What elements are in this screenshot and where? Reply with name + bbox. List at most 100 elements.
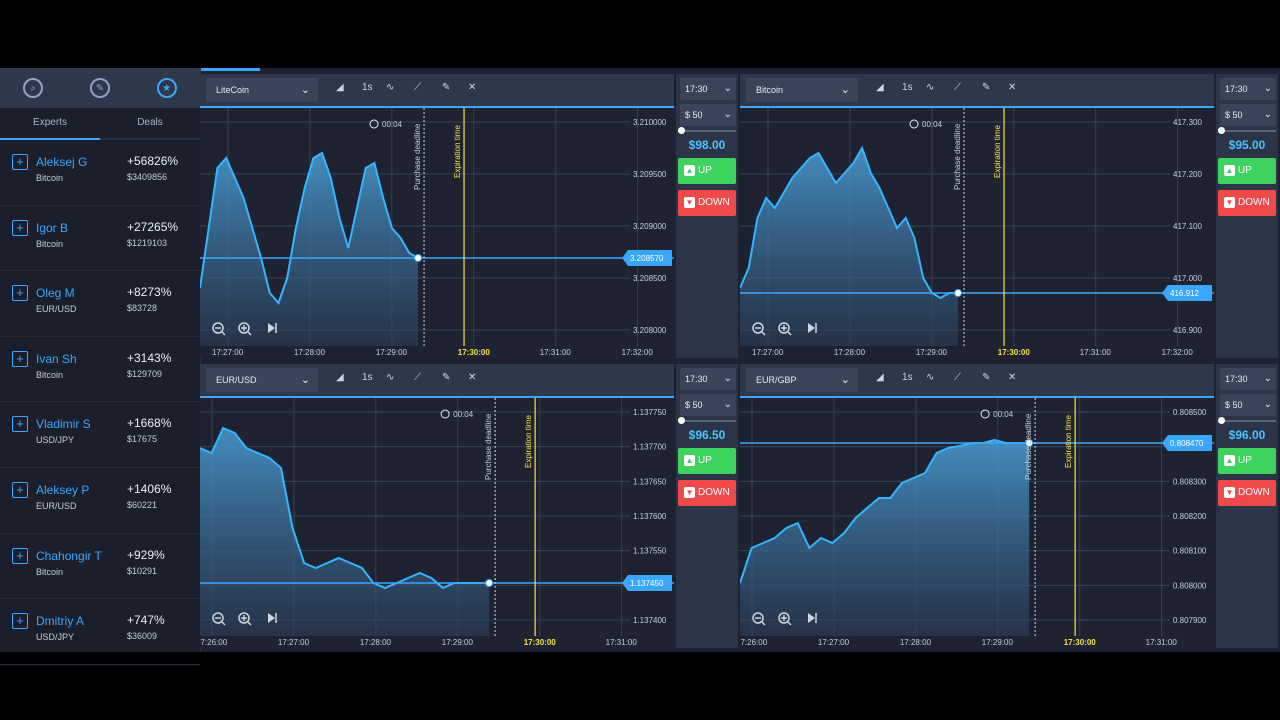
- expert-amount: $60221: [127, 499, 158, 510]
- pencil-icon[interactable]: ✎: [982, 372, 990, 383]
- down-label: DOWN: [1238, 487, 1270, 498]
- add-expert-icon[interactable]: +: [12, 350, 28, 367]
- ruler-icon[interactable]: ⟋: [414, 82, 421, 93]
- close-icon[interactable]: ✕: [468, 82, 476, 93]
- expiry-select[interactable]: 17:30 ⌄: [680, 368, 736, 390]
- expert-asset: Bitcoin: [36, 173, 64, 183]
- amount-slider[interactable]: [1218, 127, 1276, 134]
- interval-button[interactable]: 1s: [362, 372, 373, 383]
- down-button[interactable]: ▼ DOWN: [678, 190, 736, 216]
- asset-select[interactable]: EUR/GBP ⌄: [746, 368, 858, 392]
- expert-name: Igor B: [36, 220, 69, 235]
- price-chart[interactable]: Purchase deadline Expiration time 00:04 417…: [740, 106, 1214, 358]
- close-icon[interactable]: ✕: [1008, 372, 1016, 383]
- asset-label: EUR/GBP: [756, 375, 797, 385]
- slider-handle[interactable]: [1218, 417, 1225, 424]
- down-button[interactable]: ▼ DOWN: [1218, 480, 1276, 506]
- x-tick-label: 17:31:00: [540, 348, 572, 357]
- add-expert-icon[interactable]: +: [12, 219, 28, 236]
- chart-type-icon[interactable]: ◢: [336, 82, 344, 93]
- expert-row[interactable]: + Aleksey P EUR/USD +1406% $60221: [0, 468, 200, 534]
- expiry-value: 17:30: [685, 84, 708, 94]
- slider-handle[interactable]: [678, 417, 685, 424]
- expert-row[interactable]: + Chahongir T Bitcoin +929% $10291: [0, 534, 200, 600]
- expiry-select[interactable]: 17:30 ⌄: [1220, 78, 1276, 100]
- add-expert-icon[interactable]: +: [12, 481, 28, 498]
- indicator-icon[interactable]: ∿: [926, 372, 934, 383]
- chart-type-icon[interactable]: ◢: [336, 372, 344, 383]
- up-button[interactable]: ▲ UP: [1218, 448, 1276, 474]
- x-tick-label: 17:26:00: [200, 638, 228, 647]
- x-tick-label: 17:27:00: [752, 348, 784, 357]
- expiry-select[interactable]: 17:30 ⌄: [680, 78, 736, 100]
- expert-row[interactable]: + Aleksej G Bitcoin +56826% $3409856: [0, 140, 200, 206]
- pencil-icon[interactable]: ✎: [442, 82, 450, 93]
- chart-type-icon[interactable]: ◢: [876, 372, 884, 383]
- indicator-icon[interactable]: ∿: [926, 82, 934, 93]
- add-expert-icon[interactable]: +: [12, 285, 28, 302]
- x-tick-label: 17:28:00: [900, 638, 932, 647]
- asset-select[interactable]: EUR/USD ⌄: [206, 368, 318, 392]
- slider-handle[interactable]: [1218, 127, 1225, 134]
- sidebar: ⌕ ✎ ★ Experts Deals + Aleksej G Bitcoin …: [0, 68, 201, 665]
- interval-button[interactable]: 1s: [362, 82, 373, 93]
- search-icon[interactable]: ⌕: [23, 78, 44, 98]
- asset-select[interactable]: Bitcoin ⌄: [746, 78, 858, 102]
- ruler-icon[interactable]: ⟋: [954, 82, 961, 93]
- ruler-icon[interactable]: ⟋: [414, 372, 421, 383]
- x-tick-label: 17:28:00: [834, 348, 866, 357]
- add-expert-icon[interactable]: +: [12, 416, 28, 433]
- expiry-value: 17:30: [1225, 84, 1248, 94]
- price-chart[interactable]: Purchase deadline Expiration time 00:04 3.2…: [200, 106, 674, 358]
- up-button[interactable]: ▲ UP: [678, 158, 736, 184]
- down-label: DOWN: [1238, 197, 1270, 208]
- slider-handle[interactable]: [678, 127, 685, 134]
- indicator-icon[interactable]: ∿: [386, 372, 394, 383]
- amount-select[interactable]: $ 50 ⌄: [680, 394, 736, 416]
- y-tick-label: 1.137750: [633, 408, 667, 417]
- price-chart[interactable]: Purchase deadline Expiration time 00:04 1.1…: [200, 396, 674, 648]
- add-expert-icon[interactable]: +: [12, 613, 28, 630]
- pencil-icon[interactable]: ✎: [982, 82, 990, 93]
- tab-deals[interactable]: Deals: [100, 108, 200, 138]
- expert-row[interactable]: + Ivan Sh Bitcoin +3143% $129709: [0, 337, 200, 403]
- add-expert-icon[interactable]: +: [12, 547, 28, 564]
- up-button[interactable]: ▲ UP: [1218, 158, 1276, 184]
- chart-type-icon[interactable]: ◢: [876, 82, 884, 93]
- expert-list: + Aleksej G Bitcoin +56826% $3409856 + Ig…: [0, 140, 200, 665]
- expiry-select[interactable]: 17:30 ⌄: [1220, 368, 1276, 390]
- asset-select[interactable]: LiteCoin ⌄: [206, 78, 318, 102]
- amount-select[interactable]: $ 50 ⌄: [1220, 394, 1276, 416]
- expert-percent: +929%: [127, 547, 165, 562]
- y-tick-label: 1.137550: [633, 547, 667, 556]
- strategy-icon[interactable]: ✎: [89, 78, 110, 98]
- expiration-time-label: Expiration time: [524, 415, 533, 468]
- ruler-icon[interactable]: ⟋: [954, 372, 961, 383]
- up-button[interactable]: ▲ UP: [678, 448, 736, 474]
- close-icon[interactable]: ✕: [468, 372, 476, 383]
- amount-slider[interactable]: [678, 417, 736, 424]
- amount-select[interactable]: $ 50 ⌄: [680, 104, 736, 126]
- add-expert-icon[interactable]: +: [12, 154, 28, 170]
- tab-experts[interactable]: Experts: [0, 108, 100, 140]
- amount-slider[interactable]: [1218, 417, 1276, 424]
- down-button[interactable]: ▼ DOWN: [1218, 190, 1276, 216]
- indicator-icon[interactable]: ∿: [386, 82, 394, 93]
- price-chart[interactable]: Purchase deadline Expiration time 00:04 0.8…: [740, 396, 1214, 648]
- expert-row[interactable]: + Oleg M EUR/USD +8273% $83728: [0, 271, 200, 337]
- amount-select[interactable]: $ 50 ⌄: [1220, 104, 1276, 126]
- star-icon[interactable]: ★: [156, 78, 177, 98]
- down-button[interactable]: ▼ DOWN: [678, 480, 736, 506]
- expert-row[interactable]: + Vladimir S USD/JPY +1668% $17675: [0, 402, 200, 468]
- expert-row[interactable]: + Dmitriy A USD/JPY +747% $36009: [0, 599, 200, 665]
- x-tick-label: 17:30:00: [1064, 638, 1097, 647]
- expert-row[interactable]: + Igor B Bitcoin +27265% $1219103: [0, 206, 200, 272]
- interval-button[interactable]: 1s: [902, 82, 913, 93]
- interval-button[interactable]: 1s: [902, 372, 913, 383]
- y-tick-label: 3.208500: [633, 274, 667, 283]
- pencil-icon[interactable]: ✎: [442, 372, 450, 383]
- amount-slider[interactable]: [678, 127, 736, 134]
- expert-asset: Bitcoin: [36, 566, 64, 577]
- timer-label: 00:04: [922, 120, 943, 129]
- close-icon[interactable]: ✕: [1008, 82, 1016, 93]
